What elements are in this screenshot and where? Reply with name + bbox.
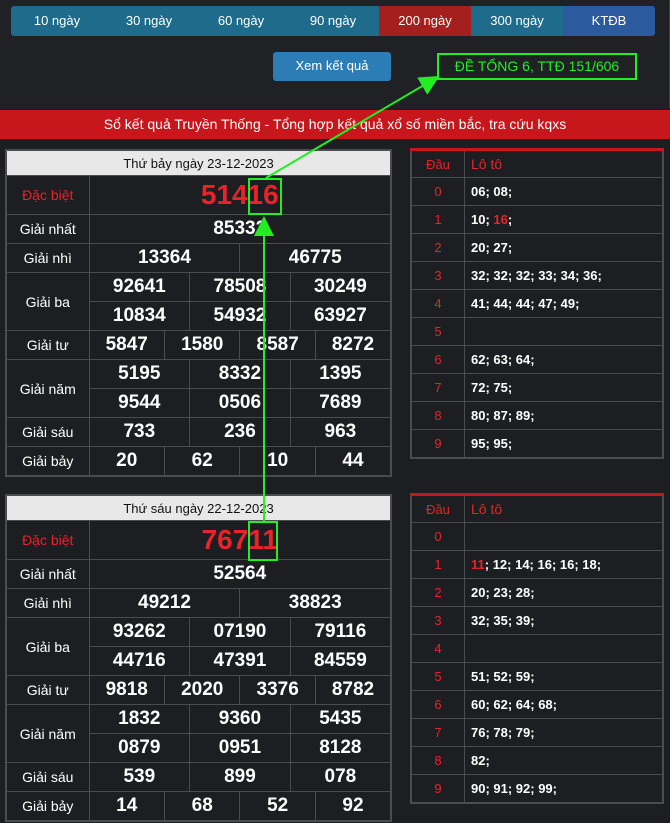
arrow-to-de-tong	[265, 75, 440, 179]
annotation-arrows	[254, 75, 440, 521]
